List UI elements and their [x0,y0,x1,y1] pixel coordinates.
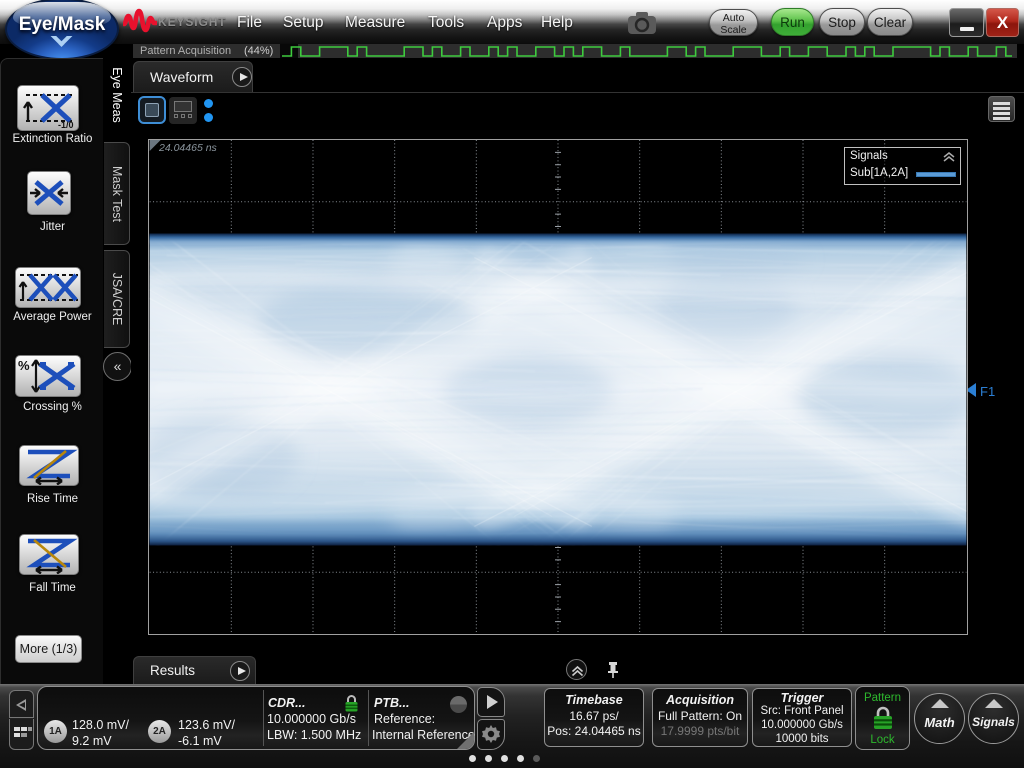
svg-text:%: % [18,358,30,373]
svg-text:-1/0: -1/0 [58,120,74,130]
